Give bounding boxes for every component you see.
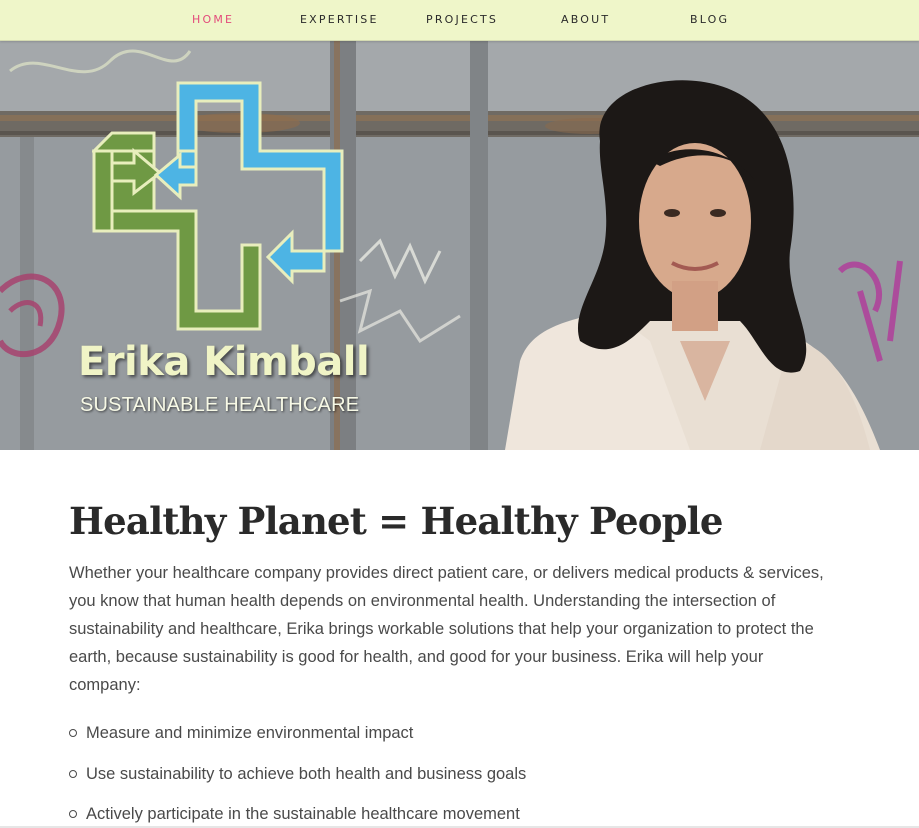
- benefits-list: Measure and minimize environmental impac…: [69, 723, 849, 828]
- bullet-circle-icon: [69, 810, 77, 818]
- nav-about[interactable]: ABOUT: [561, 13, 610, 26]
- bullet-circle-icon: [69, 769, 77, 778]
- list-item: Actively participate in the sustainable …: [69, 804, 849, 828]
- hero-banner: Erika Kimball SUSTAINABLE HEALTHCARE: [0, 41, 919, 450]
- page-headline: Healthy Planet = Healthy People: [69, 499, 723, 543]
- list-item-text: Measure and minimize environmental impac…: [86, 724, 414, 742]
- top-nav: HOME EXPERTISE PROJECTS ABOUT BLOG: [0, 0, 919, 41]
- site-owner-name: Erika Kimball: [78, 339, 370, 385]
- recycling-medical-cross-icon: [92, 81, 344, 331]
- list-item: Measure and minimize environmental impac…: [69, 723, 849, 764]
- nav-blog[interactable]: BLOG: [690, 13, 729, 26]
- nav-home[interactable]: HOME: [192, 13, 234, 26]
- nav-expertise[interactable]: EXPERTISE: [300, 13, 379, 26]
- intro-paragraph: Whether your healthcare company provides…: [69, 564, 824, 694]
- list-item: Use sustainability to achieve both healt…: [69, 764, 849, 805]
- bullet-circle-icon: [69, 729, 77, 737]
- nav-projects[interactable]: PROJECTS: [426, 13, 498, 26]
- main-content: Healthy Planet = Healthy People Whether …: [69, 498, 849, 828]
- list-item-text: Actively participate in the sustainable …: [86, 805, 520, 823]
- site-tagline: SUSTAINABLE HEALTHCARE: [80, 394, 360, 416]
- list-item-text: Use sustainability to achieve both healt…: [86, 764, 527, 783]
